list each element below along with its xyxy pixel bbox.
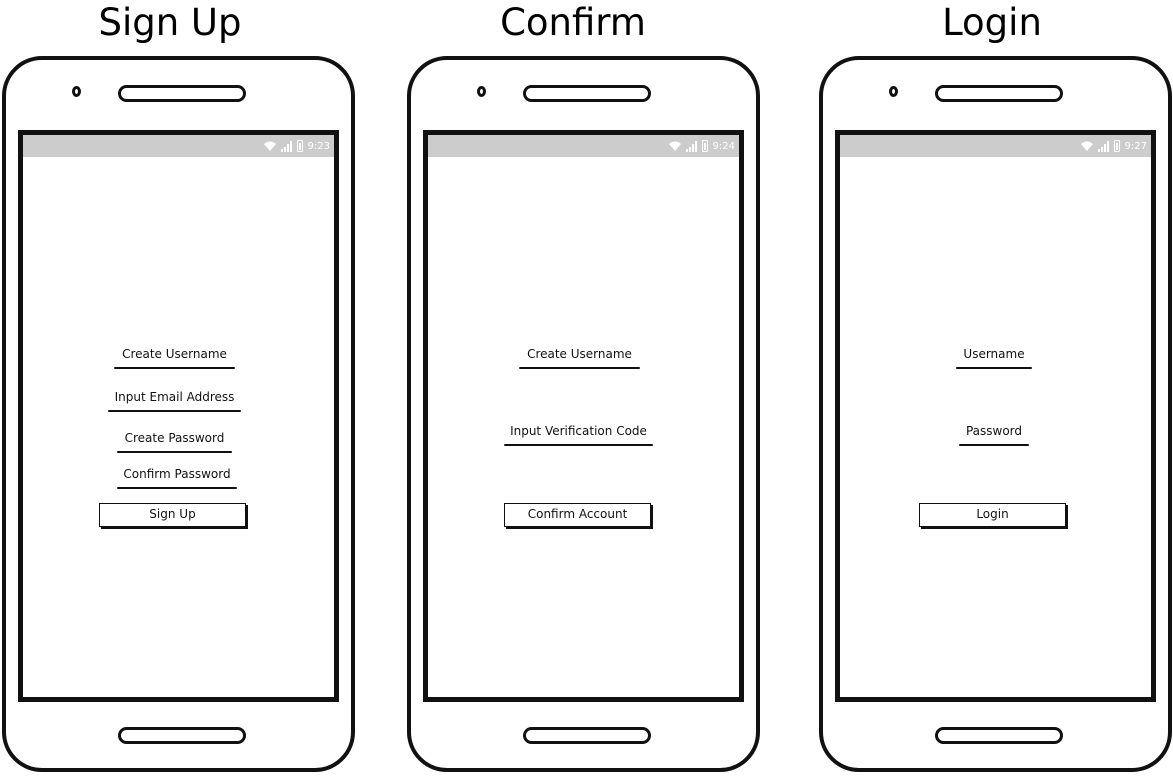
phone-frame-signup: 9:23 Create Username Input Email Address… xyxy=(2,56,355,772)
signal-icon xyxy=(280,141,292,152)
phone-frame-login: 9:27 Username Password Login xyxy=(819,56,1172,772)
signal-icon xyxy=(1097,141,1109,152)
field-label: Username xyxy=(963,347,1025,361)
field-label: Input Email Address xyxy=(114,390,235,404)
status-bar: 9:24 xyxy=(428,135,739,157)
phone-screen: 9:23 Create Username Input Email Address… xyxy=(18,130,339,702)
field-label: Input Verification Code xyxy=(510,424,647,438)
status-time: 9:23 xyxy=(307,140,330,152)
status-time: 9:24 xyxy=(712,140,735,152)
verification-code-field[interactable]: Input Verification Code xyxy=(504,422,653,446)
camera-icon xyxy=(889,86,898,97)
field-label: Create Username xyxy=(527,347,632,361)
wifi-icon xyxy=(263,141,276,151)
speaker-icon xyxy=(118,85,246,102)
battery-icon xyxy=(701,140,708,152)
screen-title-signup: Sign Up xyxy=(98,1,242,44)
camera-icon xyxy=(477,86,486,97)
field-label: Create Username xyxy=(122,347,227,361)
speaker-icon xyxy=(523,85,651,102)
battery-icon xyxy=(1113,140,1120,152)
login-button[interactable]: Login xyxy=(919,503,1066,527)
password-field[interactable]: Password xyxy=(959,422,1029,446)
confirm-account-button[interactable]: Confirm Account xyxy=(504,503,651,527)
home-button[interactable] xyxy=(118,727,246,744)
email-address-field[interactable]: Input Email Address xyxy=(108,388,241,412)
status-bar: 9:23 xyxy=(23,135,334,157)
battery-icon xyxy=(296,140,303,152)
create-password-field[interactable]: Create Password xyxy=(117,429,232,453)
speaker-icon xyxy=(935,85,1063,102)
wifi-icon xyxy=(668,141,681,151)
phone-screen: 9:24 Create Username Input Verification … xyxy=(423,130,744,702)
field-label: Password xyxy=(965,424,1023,438)
home-button[interactable] xyxy=(935,727,1063,744)
wifi-icon xyxy=(1080,141,1093,151)
confirm-password-field[interactable]: Confirm Password xyxy=(117,465,237,489)
field-label: Create Password xyxy=(124,431,225,445)
screen-title-login: Login xyxy=(942,1,1042,44)
create-username-field[interactable]: Create Username xyxy=(519,345,640,369)
home-button[interactable] xyxy=(523,727,651,744)
username-field[interactable]: Username xyxy=(956,345,1032,369)
status-time: 9:27 xyxy=(1124,140,1147,152)
field-label: Confirm Password xyxy=(123,467,231,481)
sign-up-button[interactable]: Sign Up xyxy=(99,503,246,527)
status-bar: 9:27 xyxy=(840,135,1151,157)
phone-screen: 9:27 Username Password Login xyxy=(835,130,1156,702)
create-username-field[interactable]: Create Username xyxy=(114,345,235,369)
camera-icon xyxy=(72,86,81,97)
phone-frame-confirm: 9:24 Create Username Input Verification … xyxy=(407,56,760,772)
signal-icon xyxy=(685,141,697,152)
screen-title-confirm: Confirm xyxy=(500,1,646,44)
